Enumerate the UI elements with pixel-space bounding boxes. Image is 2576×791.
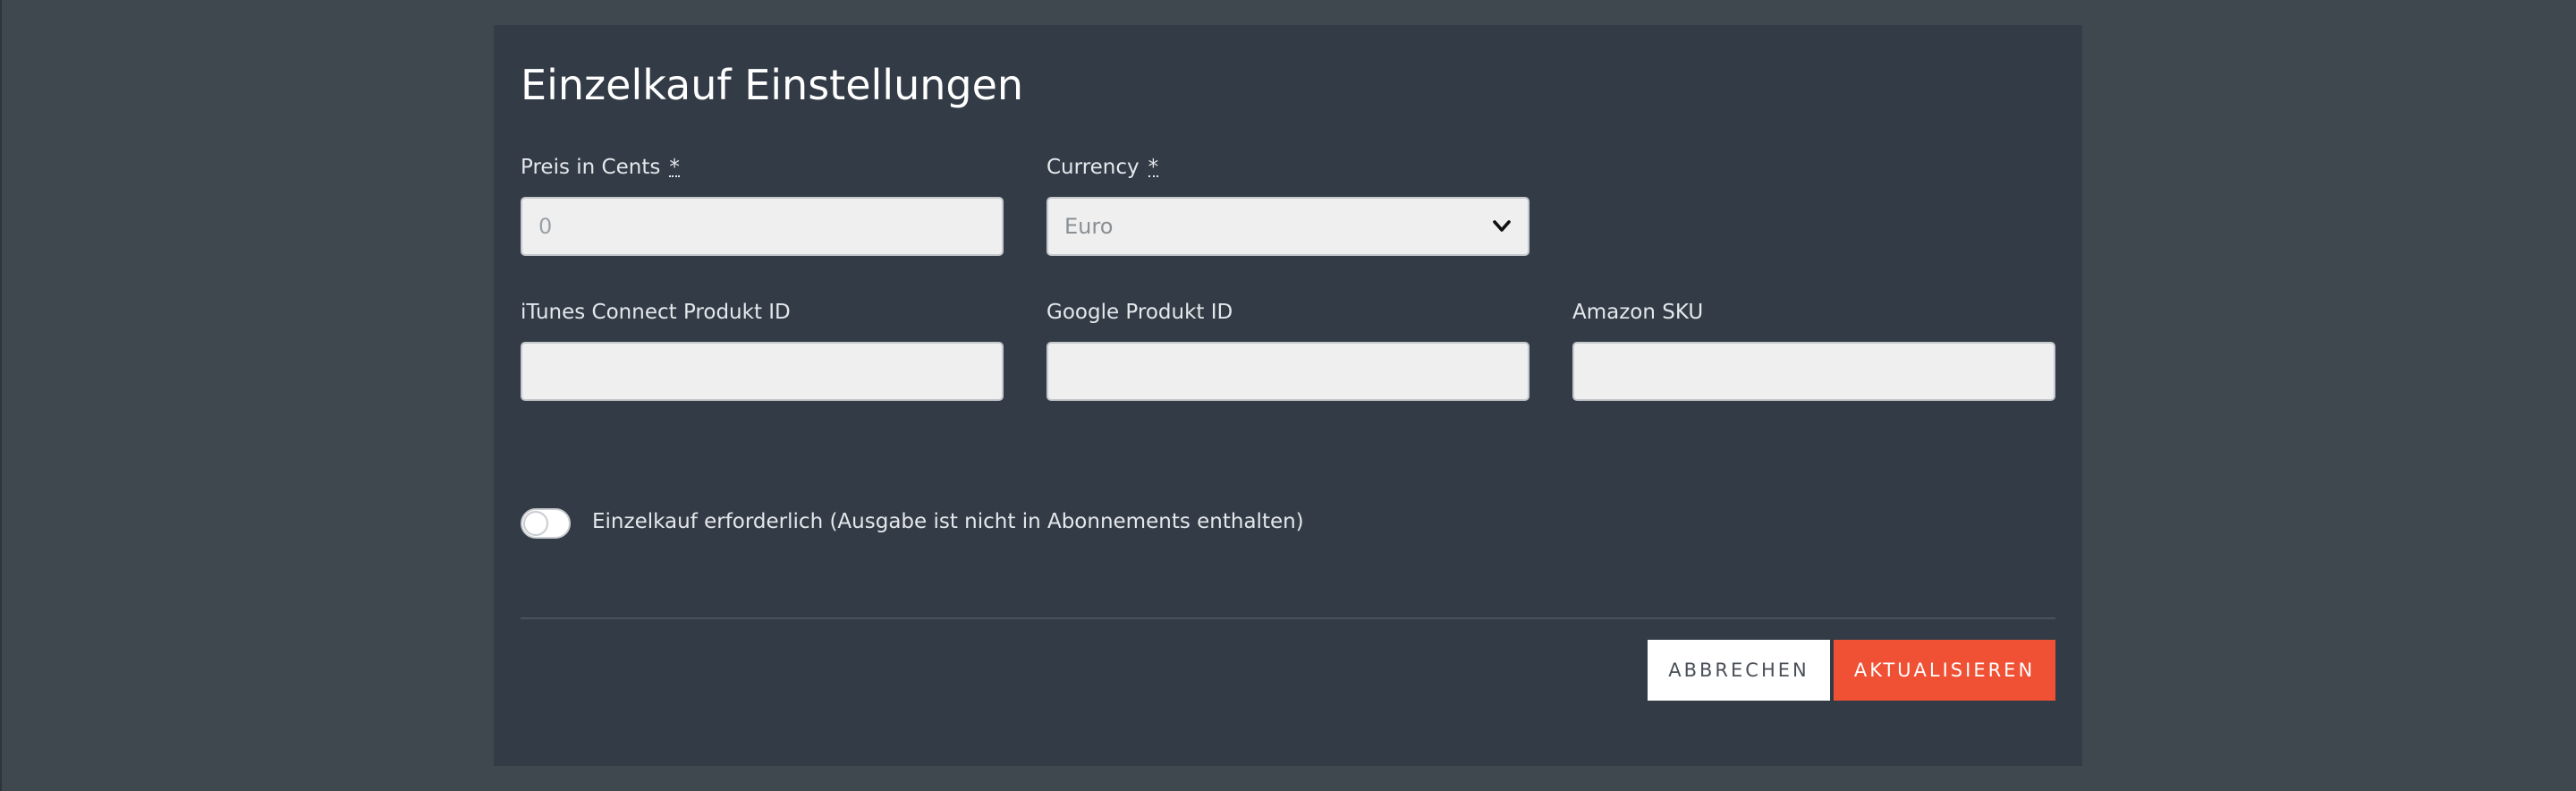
google-id-label: Google Produkt ID	[1046, 301, 1233, 324]
update-button[interactable]: AKTUALISIEREN	[1834, 640, 2055, 701]
amazon-sku-label: Amazon SKU	[1572, 301, 1704, 324]
price-label: Preis in Cents *	[521, 156, 680, 179]
itunes-id-input[interactable]	[521, 342, 1004, 401]
price-label-text: Preis in Cents	[521, 156, 661, 179]
single-purchase-required-label: Einzelkauf erforderlich (Ausgabe ist nic…	[592, 510, 1304, 533]
currency-selected-value: Euro	[1064, 214, 1114, 239]
cancel-button[interactable]: ABBRECHEN	[1648, 640, 1830, 701]
modal-title: Einzelkauf Einstellungen	[521, 61, 1024, 109]
currency-required-marker: *	[1148, 156, 1159, 179]
price-required-marker: *	[669, 156, 680, 179]
single-purchase-required-toggle[interactable]	[521, 508, 571, 539]
purchase-settings-modal: Einzelkauf Einstellungen Preis in Cents *…	[494, 25, 2082, 766]
toggle-knob	[523, 511, 548, 536]
google-id-input[interactable]	[1046, 342, 1530, 401]
currency-select[interactable]: Euro	[1046, 197, 1530, 256]
backdrop-edge	[0, 0, 2, 791]
chevron-down-icon	[1492, 217, 1512, 236]
itunes-id-label: iTunes Connect Produkt ID	[521, 301, 791, 324]
price-input[interactable]	[521, 197, 1004, 256]
currency-label: Currency *	[1046, 156, 1159, 179]
footer-divider	[521, 617, 2055, 619]
amazon-sku-input[interactable]	[1572, 342, 2055, 401]
currency-label-text: Currency	[1046, 156, 1140, 179]
